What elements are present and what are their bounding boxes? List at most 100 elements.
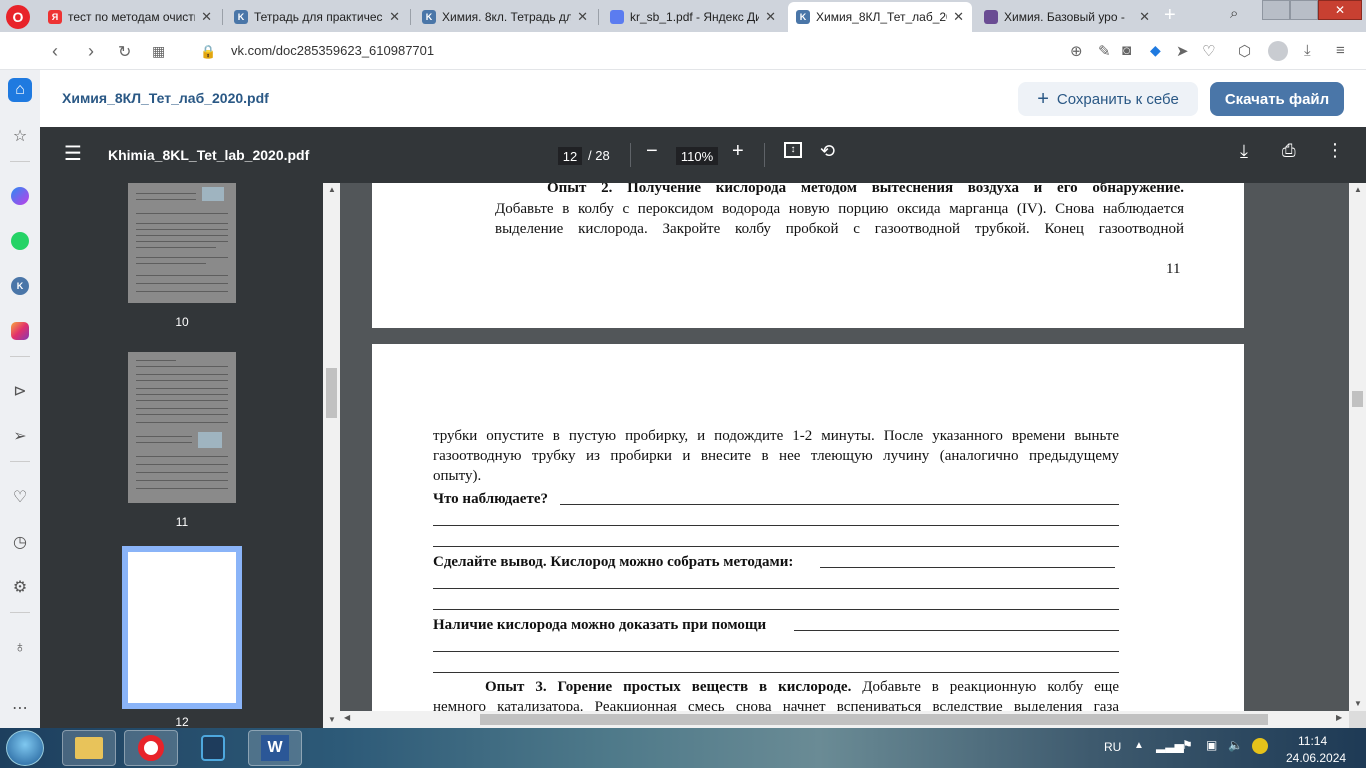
print-icon[interactable]: ⎙ xyxy=(1282,141,1296,161)
zoom-level-input[interactable]: 110% xyxy=(676,147,718,165)
explorer-taskbar-button[interactable] xyxy=(62,730,116,766)
shield-icon xyxy=(201,735,225,761)
download-file-button[interactable]: Скачать файл xyxy=(1210,82,1344,116)
more-icon[interactable]: ⋯ xyxy=(8,696,32,720)
pdf-viewport: Опыт 2. Получение кислорода методом выте… xyxy=(340,183,1349,711)
close-tab-icon[interactable]: ✕ xyxy=(1139,9,1150,25)
clock-time[interactable]: 11:14 xyxy=(1298,734,1327,748)
close-window-icon[interactable]: ✕ xyxy=(1318,0,1362,20)
page-thumbnail[interactable] xyxy=(128,183,236,303)
messenger-icon[interactable] xyxy=(8,184,32,208)
zoom-out-icon[interactable]: − xyxy=(646,140,658,163)
paragraph-line: Добавьте в колбу с пероксидом водорода н… xyxy=(495,201,1184,217)
settings-icon[interactable]: ⚙ xyxy=(8,575,32,599)
vk-icon: K xyxy=(234,10,248,24)
page-thumbnail-selected[interactable] xyxy=(122,546,242,709)
lightbulb-icon[interactable]: ♁ xyxy=(8,636,32,660)
tray-expand-icon[interactable]: ▲ xyxy=(1134,740,1144,751)
browser-tab[interactable]: K Химия. 8кл. Тетрадь для ✕ xyxy=(414,2,596,32)
close-tab-icon[interactable]: ✕ xyxy=(577,9,588,25)
zoom-icon[interactable]: ⊕ xyxy=(1070,42,1083,60)
thumbnail-page-number: 12 xyxy=(175,715,189,728)
edit-icon[interactable]: ✎ xyxy=(1098,42,1111,60)
whatsapp-icon[interactable] xyxy=(8,229,32,253)
opera-taskbar-button[interactable] xyxy=(124,730,178,766)
word-icon: W xyxy=(261,735,289,761)
browser-tab[interactable]: Я тест по методам очистк ✕ xyxy=(40,2,220,32)
browser-tab-active[interactable]: K Химия_8КЛ_Тет_лаб_202 ✕ xyxy=(788,2,972,32)
close-tab-icon[interactable]: ✕ xyxy=(201,9,212,25)
page-number-input[interactable]: 12 xyxy=(558,147,582,165)
opera-logo-icon[interactable]: O xyxy=(6,5,30,29)
clock-date[interactable]: 24.06.2024 xyxy=(1286,751,1346,765)
profile-avatar[interactable] xyxy=(1268,41,1288,61)
pdf-page: Опыт 2. Получение кислорода методом выте… xyxy=(372,183,1244,328)
speed-dial-icon[interactable]: ▦ xyxy=(152,43,165,60)
heart-icon[interactable]: ♡ xyxy=(8,485,32,509)
yandex-icon: Я xyxy=(48,10,62,24)
home-icon[interactable]: ⌂ xyxy=(8,78,32,102)
save-to-self-button[interactable]: + Сохранить к себе xyxy=(1018,82,1198,116)
browser-tab[interactable]: kr_sb_1.pdf - Яндекс Дис ✕ xyxy=(602,2,784,32)
book-icon xyxy=(984,10,998,24)
network-icon[interactable]: ▂▃▅ xyxy=(1156,739,1184,753)
history-icon[interactable]: ◷ xyxy=(8,530,32,554)
star-icon[interactable]: ☆ xyxy=(8,124,32,148)
hamburger-menu-icon[interactable]: ☰ xyxy=(64,141,82,166)
flag-icon[interactable]: ⚑ xyxy=(1182,738,1193,752)
forward-icon[interactable]: › xyxy=(88,41,94,62)
send-icon[interactable]: ➤ xyxy=(1176,42,1189,60)
box-icon[interactable]: ⬡ xyxy=(1238,42,1251,60)
browser-tab[interactable]: Химия. Базовый уро - ✕ xyxy=(976,2,1158,32)
word-taskbar-button[interactable]: W xyxy=(248,730,302,766)
instagram-icon[interactable] xyxy=(8,319,32,343)
more-actions-icon[interactable]: ⋮ xyxy=(1326,140,1344,161)
send-icon[interactable]: ➢ xyxy=(8,424,32,448)
horizontal-scrollbar[interactable]: ◀ ▶ xyxy=(340,711,1349,728)
maximize-window-icon[interactable] xyxy=(1290,0,1318,20)
vertical-scrollbar-thumb[interactable] xyxy=(1352,391,1363,407)
url-field[interactable]: vk.com/doc285359623_610987701 xyxy=(231,43,434,58)
vertical-scrollbar[interactable]: ▲ ▼ xyxy=(1349,183,1366,728)
page-thumbnail[interactable] xyxy=(128,352,236,503)
player-icon[interactable]: ⊳ xyxy=(8,379,32,403)
thumbnail-scrollbar-thumb[interactable] xyxy=(326,368,337,418)
reload-icon[interactable]: ↻ xyxy=(118,42,131,62)
start-button[interactable] xyxy=(6,730,44,766)
download-icon[interactable]: ⤓ xyxy=(1304,42,1311,59)
vk-icon: K xyxy=(796,10,810,24)
vk-icon[interactable]: K xyxy=(8,274,32,298)
zoom-in-icon[interactable]: + xyxy=(732,140,744,163)
search-tabs-icon[interactable]: ⌕ xyxy=(1230,5,1238,22)
fit-page-icon[interactable]: ↕ xyxy=(784,142,802,158)
paragraph-line: трубки опустите в пустую пробирку, и под… xyxy=(433,428,1119,444)
shield-taskbar-button[interactable] xyxy=(186,730,240,766)
rotate-icon[interactable]: ⟲ xyxy=(820,141,835,162)
thumbnail-scrollbar[interactable]: ▲ ▼ xyxy=(323,183,340,728)
question-conclusion: Сделайте вывод. Кислород можно собрать м… xyxy=(433,554,794,570)
back-icon[interactable]: ‹ xyxy=(52,41,58,62)
browser-tab[interactable]: K Тетрадь для практическ ✕ xyxy=(226,2,408,32)
new-tab-button[interactable]: + xyxy=(1164,4,1176,27)
language-indicator[interactable]: RU xyxy=(1104,740,1121,754)
close-tab-icon[interactable]: ✕ xyxy=(389,9,400,25)
close-tab-icon[interactable]: ✕ xyxy=(953,9,964,25)
heart-icon[interactable]: ♡ xyxy=(1202,42,1215,60)
close-tab-icon[interactable]: ✕ xyxy=(765,9,776,25)
experiment-3-heading: Опыт 3. Горение простых веществ в кислор… xyxy=(485,679,852,695)
download-icon[interactable]: ⤓ xyxy=(1240,141,1248,162)
camera-icon[interactable]: ◙ xyxy=(1122,42,1131,59)
volume-icon[interactable]: 🔈 xyxy=(1228,738,1243,752)
address-bar: ‹ › ↻ ▦ 🔒 vk.com/doc285359623_610987701 … xyxy=(0,32,1366,70)
vpn-shield-icon[interactable]: ◆ xyxy=(1150,42,1161,59)
paragraph-line: немного катализатора. Реакционная смесь … xyxy=(433,699,1119,711)
question-oxygen-proof: Наличие кислорода можно доказать при пом… xyxy=(433,617,767,633)
menu-icon[interactable]: ≡ xyxy=(1336,42,1345,59)
pdf-filename: Khimia_8KL_Tet_lab_2020.pdf xyxy=(108,147,310,163)
paragraph-line: выделение кислорода. Закройте колбу проб… xyxy=(495,221,1184,237)
battery-icon[interactable]: ▣ xyxy=(1206,738,1217,752)
question-observe: Что наблюдаете? xyxy=(433,491,548,507)
horizontal-scrollbar-thumb[interactable] xyxy=(480,714,1268,725)
notification-icon[interactable] xyxy=(1252,738,1268,754)
minimize-window-icon[interactable] xyxy=(1262,0,1290,20)
